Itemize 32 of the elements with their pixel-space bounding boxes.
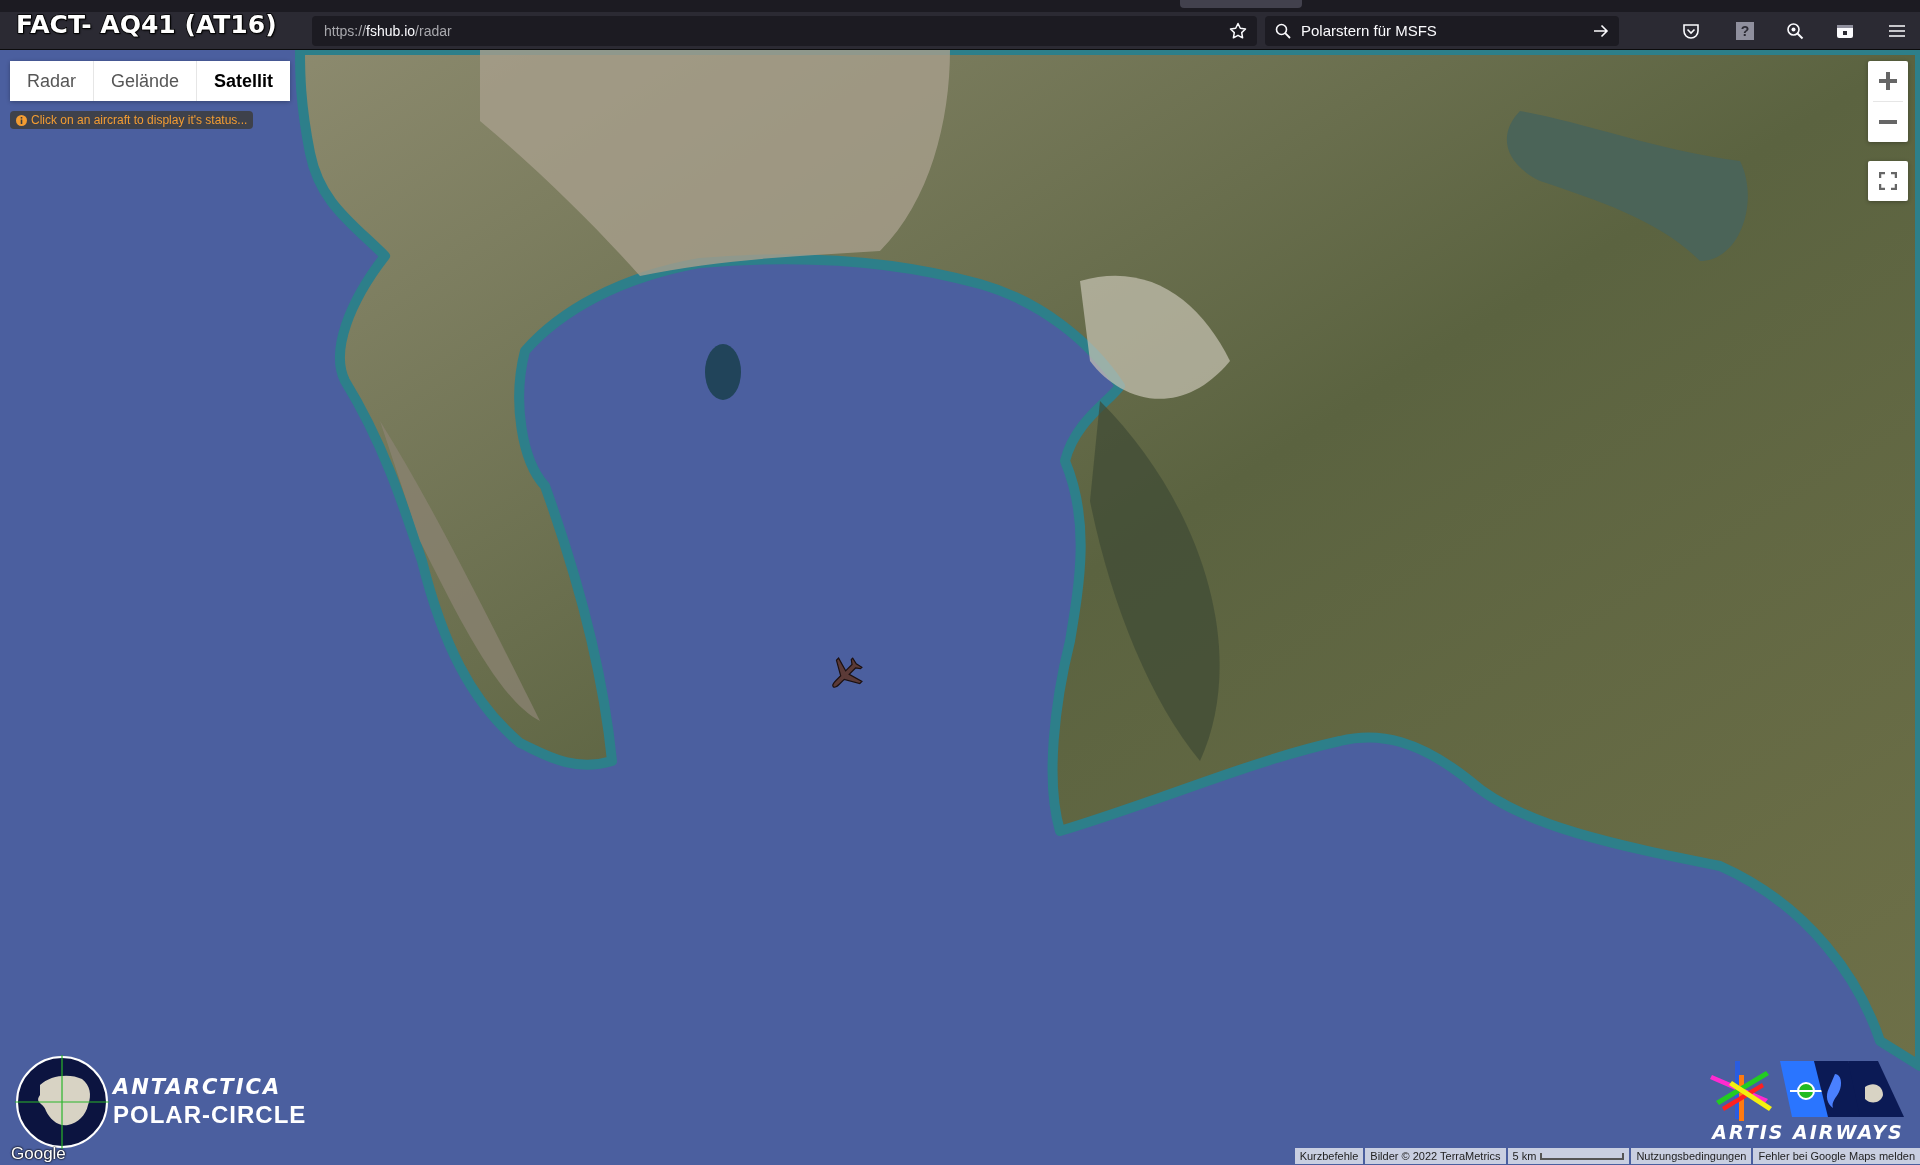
url-text: https://fshub.io/radar bbox=[324, 22, 452, 39]
minus-icon bbox=[1879, 120, 1897, 124]
star-icon[interactable] bbox=[1229, 21, 1247, 40]
report-link[interactable]: Fehler bei Google Maps melden bbox=[1753, 1148, 1920, 1164]
plus-icon bbox=[1879, 72, 1897, 90]
logo-subtitle: POLAR-CIRCLE bbox=[113, 1101, 307, 1129]
map-type-tab[interactable]: Satellit bbox=[197, 61, 291, 101]
imagery-credit: Bilder © 2022 TerraMetrics bbox=[1365, 1148, 1506, 1164]
zoom-icon[interactable] bbox=[1786, 21, 1804, 40]
menu-icon[interactable] bbox=[1888, 23, 1906, 38]
google-logo: Google bbox=[11, 1144, 66, 1164]
address-bar[interactable]: https://fshub.io/radar bbox=[312, 15, 1257, 46]
search-value: Polarstern für MSFS bbox=[1301, 22, 1438, 39]
shortcuts-link[interactable]: Kurzbefehle bbox=[1294, 1148, 1364, 1164]
terms-link[interactable]: Nutzungsbedingungen bbox=[1631, 1148, 1752, 1164]
hint-text: Click on an aircraft to display it's status... bbox=[31, 113, 248, 127]
map-type-tab[interactable]: Radar bbox=[10, 61, 95, 101]
fullscreen-icon bbox=[1879, 172, 1897, 190]
map-type-tab[interactable]: Gelände bbox=[94, 61, 198, 101]
search-field[interactable]: Polarstern für MSFS bbox=[1265, 15, 1619, 46]
help-button[interactable]: ? bbox=[1736, 21, 1754, 40]
pocket-icon[interactable] bbox=[1682, 21, 1700, 40]
arrow-right-icon[interactable] bbox=[1593, 23, 1609, 38]
fullscreen-button[interactable] bbox=[1868, 161, 1908, 201]
scale-label: 5 km bbox=[1512, 1150, 1537, 1162]
search-icon bbox=[1275, 22, 1291, 39]
info-icon bbox=[16, 114, 27, 126]
extension-icon[interactable] bbox=[1836, 22, 1854, 39]
antarctica-globe-icon bbox=[15, 1055, 109, 1149]
flight-title: FACT- AQ41 (AT16) bbox=[16, 10, 277, 39]
logo-title: ANTARCTICA bbox=[113, 1075, 283, 1099]
airline-name: ARTIS AIRWAYS bbox=[1712, 1121, 1904, 1143]
